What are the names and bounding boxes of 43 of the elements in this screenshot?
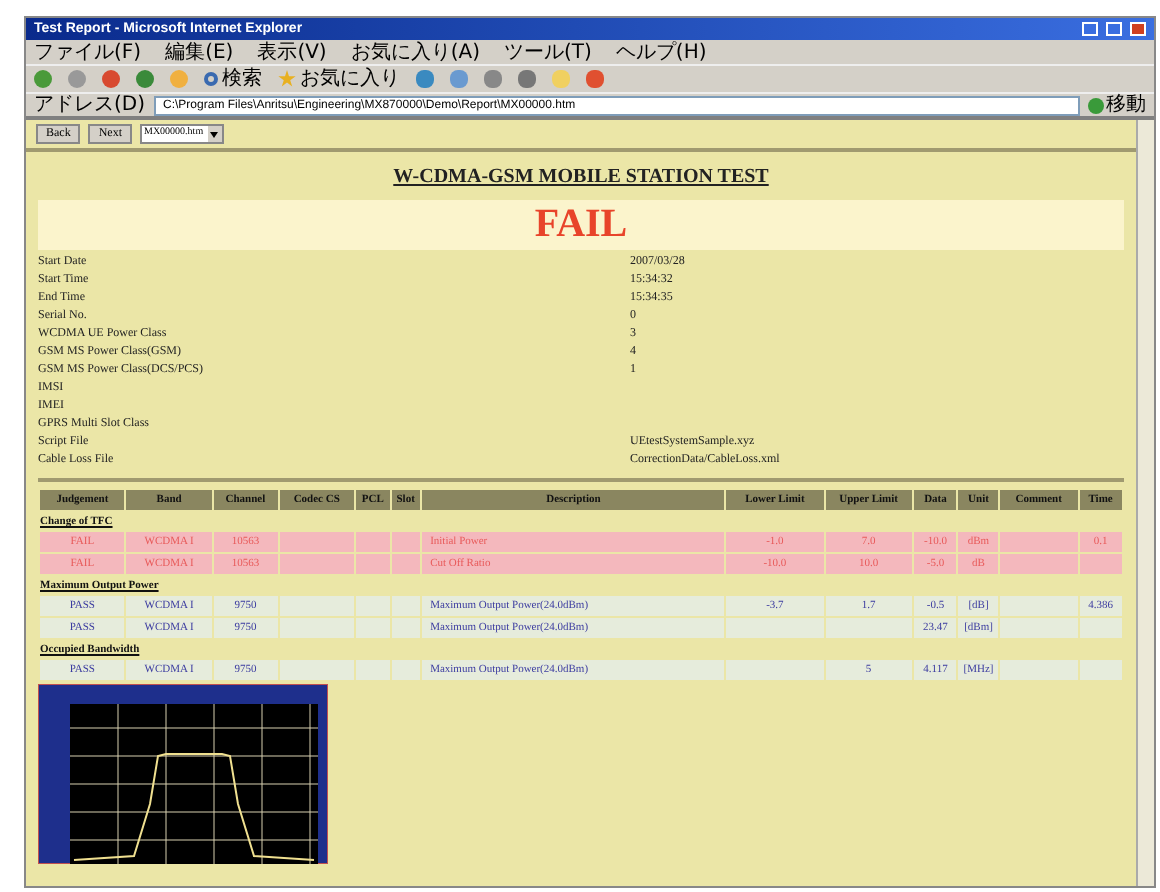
table-cell bbox=[1000, 660, 1078, 680]
table-cell bbox=[1079, 618, 1122, 638]
table-cell bbox=[279, 660, 355, 680]
table-cell bbox=[726, 660, 824, 680]
close-button[interactable] bbox=[1130, 22, 1146, 36]
table-cell bbox=[391, 660, 421, 680]
table-cell bbox=[356, 618, 390, 638]
table-cell bbox=[356, 554, 390, 574]
table-cell bbox=[279, 618, 355, 638]
report-title: W-CDMA-GSM MOBILE STATION TEST bbox=[393, 166, 769, 190]
menu-item[interactable]: 編集(E) bbox=[165, 41, 234, 63]
table-cell bbox=[391, 554, 421, 574]
table-cell bbox=[825, 618, 913, 638]
table-cell bbox=[1079, 554, 1122, 574]
menu-item[interactable]: ツール(T) bbox=[504, 41, 592, 63]
table-cell bbox=[1000, 554, 1078, 574]
table-cell bbox=[1000, 532, 1078, 552]
table-cell bbox=[391, 596, 421, 616]
menu-item[interactable]: ファイル(F) bbox=[34, 41, 142, 63]
table-cell bbox=[1079, 660, 1122, 680]
table-cell bbox=[356, 660, 390, 680]
menu-item[interactable]: ヘルプ(H) bbox=[615, 41, 707, 63]
minimize-button[interactable] bbox=[1082, 22, 1098, 36]
table-cell bbox=[391, 532, 421, 552]
table-cell bbox=[726, 618, 824, 638]
table-cell bbox=[356, 596, 390, 616]
table-cell bbox=[279, 554, 355, 574]
menu-item[interactable]: お気に入り(A) bbox=[350, 41, 480, 63]
table-cell bbox=[356, 532, 390, 552]
table-cell bbox=[391, 618, 421, 638]
go-button[interactable]: 移動 bbox=[1088, 95, 1146, 115]
scrollbar[interactable] bbox=[1136, 120, 1154, 886]
table-cell bbox=[279, 596, 355, 616]
result-banner: FAIL bbox=[38, 200, 1124, 250]
address-label: アドレス(D) bbox=[34, 95, 146, 115]
dropdown-arrow-icon bbox=[210, 131, 219, 137]
menu-item[interactable]: 表示(V) bbox=[257, 41, 327, 63]
table-cell bbox=[1000, 596, 1078, 616]
search-button[interactable]: 検索 bbox=[204, 69, 262, 89]
table-cell bbox=[279, 532, 355, 552]
maximize-button[interactable] bbox=[1106, 22, 1122, 36]
table-cell bbox=[1000, 618, 1078, 638]
favorites-button[interactable]: お気に入り bbox=[278, 69, 400, 89]
